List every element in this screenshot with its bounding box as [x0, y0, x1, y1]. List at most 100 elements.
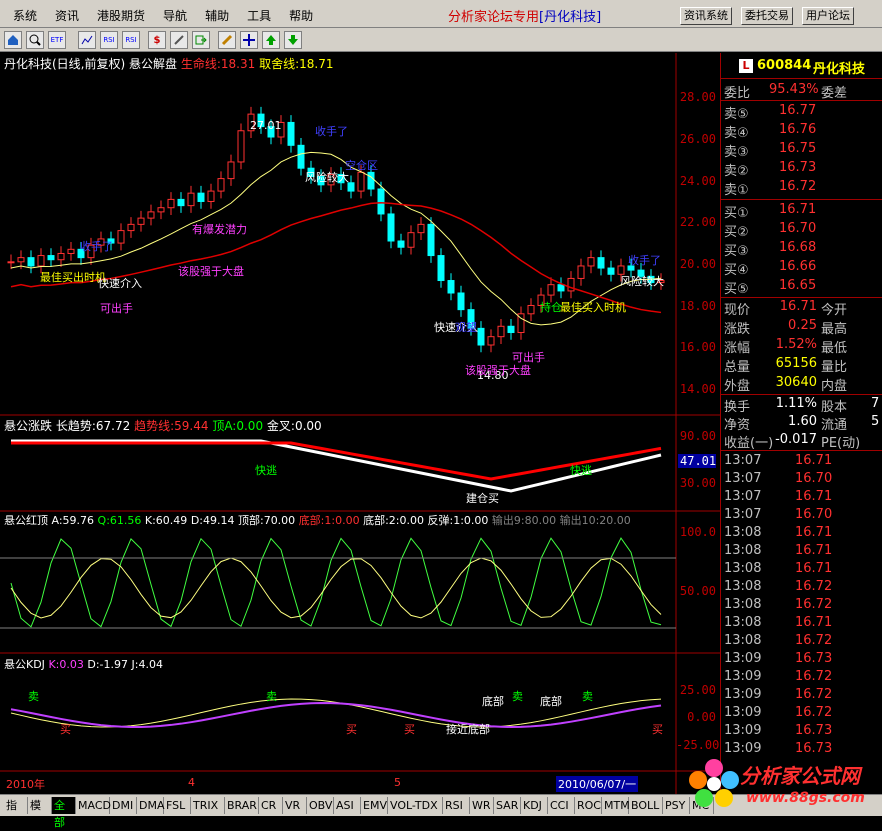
pen-icon[interactable] — [218, 31, 236, 49]
indicator-tab[interactable]: MTM — [602, 797, 630, 814]
indicator-tab[interactable]: CCI — [548, 797, 575, 814]
user-forum-button[interactable]: 用户论坛 — [802, 7, 854, 25]
zoom-icon[interactable] — [26, 31, 44, 49]
buy-level-row: 买④ 16.66 — [721, 259, 882, 278]
pane4-sell-label-4: 卖 — [582, 690, 593, 703]
indicator-tab[interactable]: SAR — [494, 797, 521, 814]
ratio-label: 委比 — [724, 86, 751, 101]
menu-tools[interactable]: 工具 — [238, 7, 280, 24]
indicator-tab[interactable]: TRIX — [191, 797, 225, 814]
stat-label: 涨幅 — [724, 341, 751, 356]
tick-row: 13:08 16.72 — [721, 633, 882, 651]
tick-row: 13:07 16.70 — [721, 471, 882, 489]
tick-row: 13:08 16.72 — [721, 597, 882, 615]
rsi2-icon[interactable]: RSI — [122, 31, 140, 49]
sell-level-row: 卖④ 16.76 — [721, 122, 882, 141]
trade-button[interactable]: 委托交易 — [741, 7, 793, 25]
dollar-icon[interactable]: $ — [148, 31, 166, 49]
stat2-label-2: 股本 — [821, 400, 848, 415]
wrench-icon[interactable] — [170, 31, 188, 49]
tick-time: 13:09 — [724, 705, 762, 720]
menu-help[interactable]: 帮助 — [280, 7, 322, 24]
indicator-tab[interactable]: 模板 — [28, 797, 52, 829]
buy-level-price: 16.71 — [779, 202, 817, 217]
annotation-risk-1: 风险较大 — [305, 171, 349, 184]
tick-price: 16.72 — [795, 633, 833, 648]
y-tick-14: 14.00 — [679, 382, 716, 396]
stat-value: 0.25 — [788, 318, 817, 333]
sell-level-label: 卖④ — [724, 126, 749, 141]
indicator-tab[interactable]: BRAR — [225, 797, 259, 814]
tick-row: 13:08 16.71 — [721, 525, 882, 543]
up-arrow-icon[interactable] — [262, 31, 280, 49]
indicator-tab[interactable]: BOLL — [629, 797, 663, 814]
indicator-tab[interactable]: 全部 — [52, 797, 76, 829]
annotation-take-profit-2: 收手了 — [80, 240, 113, 253]
pane4-buy-label-3: 买 — [404, 723, 415, 736]
etf-icon[interactable]: ETF — [48, 31, 66, 49]
banner-prefix: 分析家论坛专用 — [448, 10, 540, 25]
indicator-tab[interactable]: VR — [283, 797, 307, 814]
pane2-red-line — [11, 441, 662, 481]
tick-price: 16.72 — [795, 597, 833, 612]
flower-logo-icon — [689, 759, 739, 807]
menu-hk-futures[interactable]: 港股期货 — [88, 7, 154, 24]
stat-label-2: 最低 — [821, 341, 848, 356]
pane4-sell-label-1: 卖 — [28, 690, 39, 703]
site-logo: 分析家公式网 www.88gs.com — [684, 752, 882, 816]
stat-label-2: 最高 — [821, 322, 848, 337]
rsi-icon[interactable]: RSI — [100, 31, 118, 49]
stat-label: 涨跌 — [724, 322, 751, 337]
sell-level-label: 卖⑤ — [724, 107, 749, 122]
pane3-title: 悬公红顶 — [4, 514, 48, 527]
indicator-tab[interactable]: CR — [259, 797, 283, 814]
tick-price: 16.71 — [795, 561, 833, 576]
pane2-trend-line: 趋势线:59.44 — [134, 419, 209, 433]
indicator-tab[interactable]: KDJ — [521, 797, 548, 814]
panel-separator — [721, 297, 882, 298]
indicator-tab[interactable]: OBV — [307, 797, 334, 814]
indicator-tab[interactable]: 指标 — [4, 797, 28, 829]
y-tick-26: 26.00 — [679, 132, 716, 146]
sell-level-row: 卖① 16.72 — [721, 179, 882, 198]
buy-level-row: 买① 16.71 — [721, 202, 882, 221]
candle-body — [147, 211, 155, 219]
indicator-tab[interactable]: DMA — [137, 797, 165, 814]
y-tick-16: 16.00 — [679, 340, 716, 354]
candle-body — [157, 207, 165, 213]
menu-navigation[interactable]: 导航 — [154, 7, 196, 24]
info-system-button[interactable]: 资讯系统 — [680, 7, 732, 25]
menu-assist[interactable]: 辅助 — [196, 7, 238, 24]
chart-icon[interactable] — [78, 31, 96, 49]
move-icon[interactable] — [240, 31, 258, 49]
menu-info[interactable]: 资讯 — [46, 7, 88, 24]
export-icon[interactable] — [192, 31, 210, 49]
candle-body — [437, 255, 445, 282]
indicator-tab[interactable]: WR — [470, 797, 494, 814]
chart-area[interactable]: 丹化科技(日线,前复权) 悬公解盘 生命线:18.31 取舍线:18.71 28… — [0, 53, 720, 794]
menu-system[interactable]: 系统 — [4, 7, 46, 24]
indicator-tab[interactable]: RSI — [443, 797, 470, 814]
indicator-tab[interactable]: EMV — [361, 797, 388, 814]
main-chart-title: 丹化科技(日线,前复权) 悬公解盘 — [4, 57, 177, 71]
quote-header: L 600844 丹化科技 — [721, 58, 882, 77]
indicator-tab[interactable]: ASI — [334, 797, 361, 814]
down-arrow-icon[interactable] — [284, 31, 302, 49]
buy-level-label: 买④ — [724, 263, 749, 278]
candle-body — [7, 261, 15, 264]
indicator-tab[interactable]: FSL — [164, 797, 191, 814]
pane4-title-line: 悬公KDJ K:0.03 D:-1.97 J:4.04 — [4, 656, 163, 672]
candle-body — [477, 327, 485, 346]
indicator-tab[interactable]: VOL-TDX — [388, 797, 443, 814]
indicator-tab[interactable]: DMI — [110, 797, 137, 814]
indicator-tab[interactable]: MACD — [76, 797, 111, 814]
annotation-risk-2: 风险较大 — [620, 275, 664, 288]
buy-level-price: 16.66 — [779, 259, 817, 274]
main-chart-title-line: 丹化科技(日线,前复权) 悬公解盘 生命线:18.31 取舍线:18.71 — [4, 55, 333, 72]
candle-body — [17, 257, 25, 263]
life-line-label: 生命线:18.31 — [180, 57, 256, 71]
home-icon[interactable] — [4, 31, 22, 49]
indicator-tab[interactable]: ROC — [575, 797, 602, 814]
pane4-y-tick-minus25: -25.00 — [676, 738, 720, 752]
stock-name: 丹化科技 — [813, 62, 866, 77]
